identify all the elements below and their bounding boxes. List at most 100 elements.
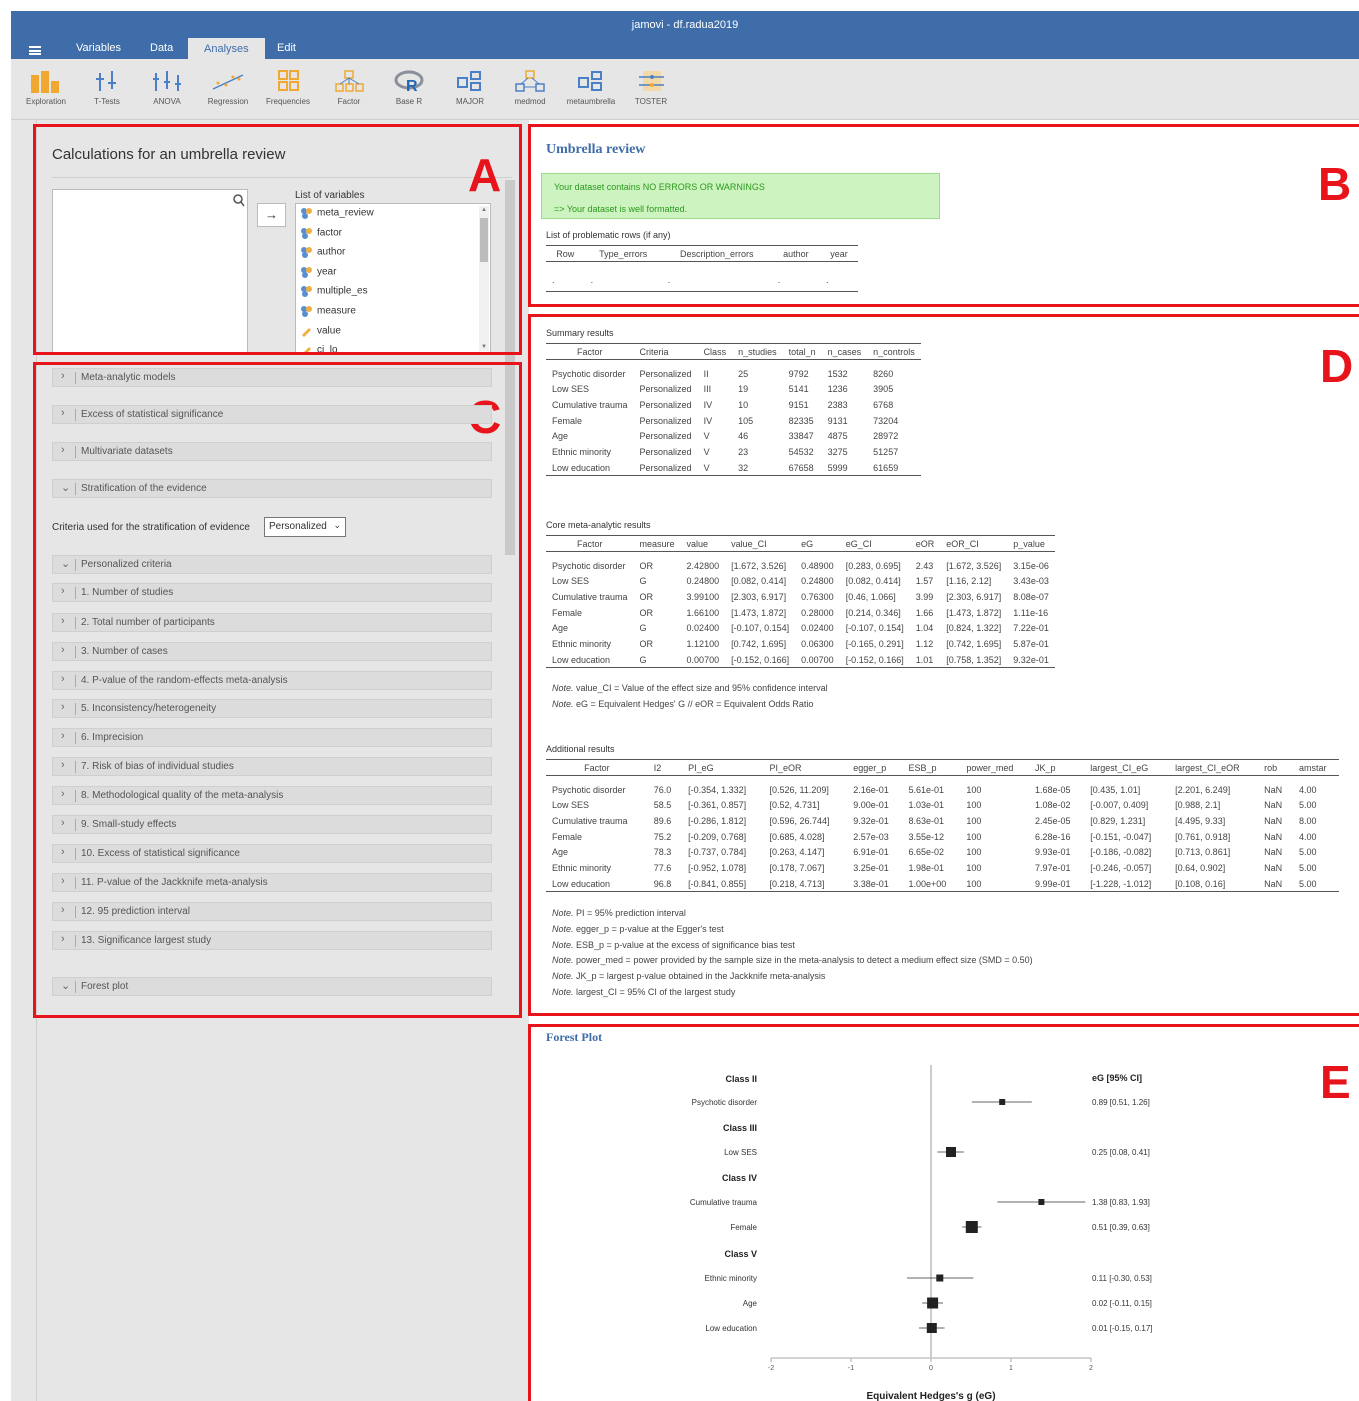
criterion-9[interactable]: › 9. Small-study effects	[52, 815, 492, 834]
section-label: Forest plot	[81, 981, 129, 992]
factor-button[interactable]: Factor	[321, 69, 377, 106]
section-multivariate-datasets[interactable]: › Multivariate datasets	[52, 442, 492, 461]
chevron-right-icon: ›	[61, 585, 65, 597]
section-label: 2. Total number of participants	[81, 617, 215, 628]
exploration-label: Exploration	[25, 97, 67, 106]
divider	[75, 981, 76, 993]
medmod-icon	[515, 70, 545, 92]
metaumbrella-button[interactable]: metaumbrella	[563, 69, 619, 106]
divider	[75, 732, 76, 744]
divider	[75, 906, 76, 918]
exploration-button[interactable]: Exploration	[18, 69, 74, 106]
metaumbrella-label: metaumbrella	[566, 97, 616, 106]
criterion-10[interactable]: › 10. Excess of statistical significance	[52, 844, 492, 863]
chevron-right-icon: ›	[61, 933, 65, 945]
section-personalized-criteria[interactable]: ⌄ Personalized criteria	[52, 555, 492, 574]
chevron-right-icon: ›	[61, 444, 65, 456]
exploration-icon	[31, 71, 59, 93]
annotation-box-a	[33, 124, 522, 355]
tab-variables[interactable]: Variables	[76, 42, 121, 54]
major-button[interactable]: MAJOR	[442, 69, 498, 106]
chevron-down-icon: ⌄	[61, 558, 71, 570]
divider	[75, 761, 76, 773]
criterion-5[interactable]: › 5. Inconsistency/heterogeneity	[52, 699, 492, 718]
chevron-right-icon: ›	[61, 701, 65, 713]
base-r-label: Base R	[395, 97, 423, 106]
section-excess-of-statistical-significance[interactable]: › Excess of statistical significance	[52, 405, 492, 424]
section-label: 8. Methodological quality of the meta-an…	[81, 790, 284, 801]
window-title: jamovi - df.radua2019	[631, 19, 739, 31]
annotation-label-a: A	[468, 149, 502, 201]
section-label: Stratification of the evidence	[81, 483, 207, 494]
major-icon	[457, 71, 481, 91]
frequencies-icon	[278, 70, 299, 91]
divider	[75, 935, 76, 947]
t-tests-label: T-Tests	[94, 97, 120, 106]
chevron-right-icon: ›	[61, 730, 65, 742]
annotation-label-b: B	[1318, 158, 1352, 210]
divider	[75, 675, 76, 687]
chevron-right-icon: ›	[61, 875, 65, 887]
criterion-3[interactable]: › 3. Number of cases	[52, 642, 492, 661]
anova-icon	[153, 71, 181, 91]
criterion-2[interactable]: › 2. Total number of participants	[52, 613, 492, 632]
divider	[75, 587, 76, 599]
criterion-11[interactable]: › 11. P-value of the Jackknife meta-analy…	[52, 873, 492, 892]
chevron-down-icon: ⌄	[61, 980, 71, 992]
section-label: Multivariate datasets	[81, 446, 173, 457]
section-label: Personalized criteria	[81, 559, 172, 570]
criterion-8[interactable]: › 8. Methodological quality of the meta-a…	[52, 786, 492, 805]
title-bar: jamovi - df.radua2019 Variables Data Ana…	[11, 11, 1359, 59]
criterion-12[interactable]: › 12. 95 prediction interval	[52, 902, 492, 921]
criterion-7[interactable]: › 7. Risk of bias of individual studies	[52, 757, 492, 776]
base-r-button[interactable]: R Base R	[381, 69, 437, 106]
toster-label: TOSTER	[634, 97, 668, 106]
divider	[75, 877, 76, 889]
regression-icon	[212, 74, 244, 90]
annotation-label-e: E	[1320, 1056, 1351, 1108]
hamburger-menu-icon[interactable]	[29, 46, 41, 55]
t-tests-icon	[96, 71, 116, 91]
frequencies-button[interactable]: Frequencies	[260, 69, 316, 106]
t-tests-button[interactable]: T-Tests	[79, 69, 135, 106]
section-meta-analytic-models[interactable]: › Meta-analytic models	[52, 368, 492, 387]
chevron-right-icon: ›	[61, 817, 65, 829]
annotation-box-e	[528, 1024, 1359, 1401]
section-label: 1. Number of studies	[81, 587, 174, 598]
tab-data[interactable]: Data	[150, 42, 173, 54]
anova-button[interactable]: ANOVA	[139, 69, 195, 106]
regression-button[interactable]: Regression	[200, 69, 256, 106]
section-label: 12. 95 prediction interval	[81, 906, 190, 917]
criterion-13[interactable]: › 13. Significance largest study	[52, 931, 492, 950]
chevron-right-icon: ›	[61, 904, 65, 916]
section-label: 10. Excess of statistical significance	[81, 848, 240, 859]
section-label: 13. Significance largest study	[81, 935, 212, 946]
section-label: 5. Inconsistency/heterogeneity	[81, 703, 217, 714]
tab-edit[interactable]: Edit	[277, 42, 296, 54]
toster-button[interactable]: TOSTER	[623, 69, 679, 106]
toster-icon	[639, 71, 664, 91]
svg-text:R: R	[406, 78, 418, 93]
divider	[75, 703, 76, 715]
chevron-right-icon: ›	[61, 846, 65, 858]
section-label: 3. Number of cases	[81, 646, 168, 657]
annotation-box-b	[528, 124, 1359, 307]
section-label: Meta-analytic models	[81, 372, 176, 383]
major-label: MAJOR	[456, 97, 484, 106]
chevron-right-icon: ›	[61, 644, 65, 656]
criterion-6[interactable]: › 6. Imprecision	[52, 728, 492, 747]
medmod-button[interactable]: medmod	[502, 69, 558, 106]
divider	[75, 446, 76, 458]
section-forest-plot[interactable]: ⌄ Forest plot	[52, 977, 492, 996]
section-stratification-of-the-evidence[interactable]: ⌄ Stratification of the evidence	[52, 479, 492, 498]
divider	[75, 646, 76, 658]
tab-analyses[interactable]: Analyses	[188, 38, 265, 59]
chevron-right-icon: ›	[61, 407, 65, 419]
section-label: 4. P-value of the random-effects meta-an…	[81, 675, 288, 686]
annotation-label-d: D	[1320, 340, 1354, 392]
chevron-right-icon: ›	[61, 759, 65, 771]
criterion-1[interactable]: › 1. Number of studies	[52, 583, 492, 602]
chevron-right-icon: ›	[61, 788, 65, 800]
criterion-4[interactable]: › 4. P-value of the random-effects meta-a…	[52, 671, 492, 690]
chevron-down-icon: ⌄	[61, 482, 71, 494]
